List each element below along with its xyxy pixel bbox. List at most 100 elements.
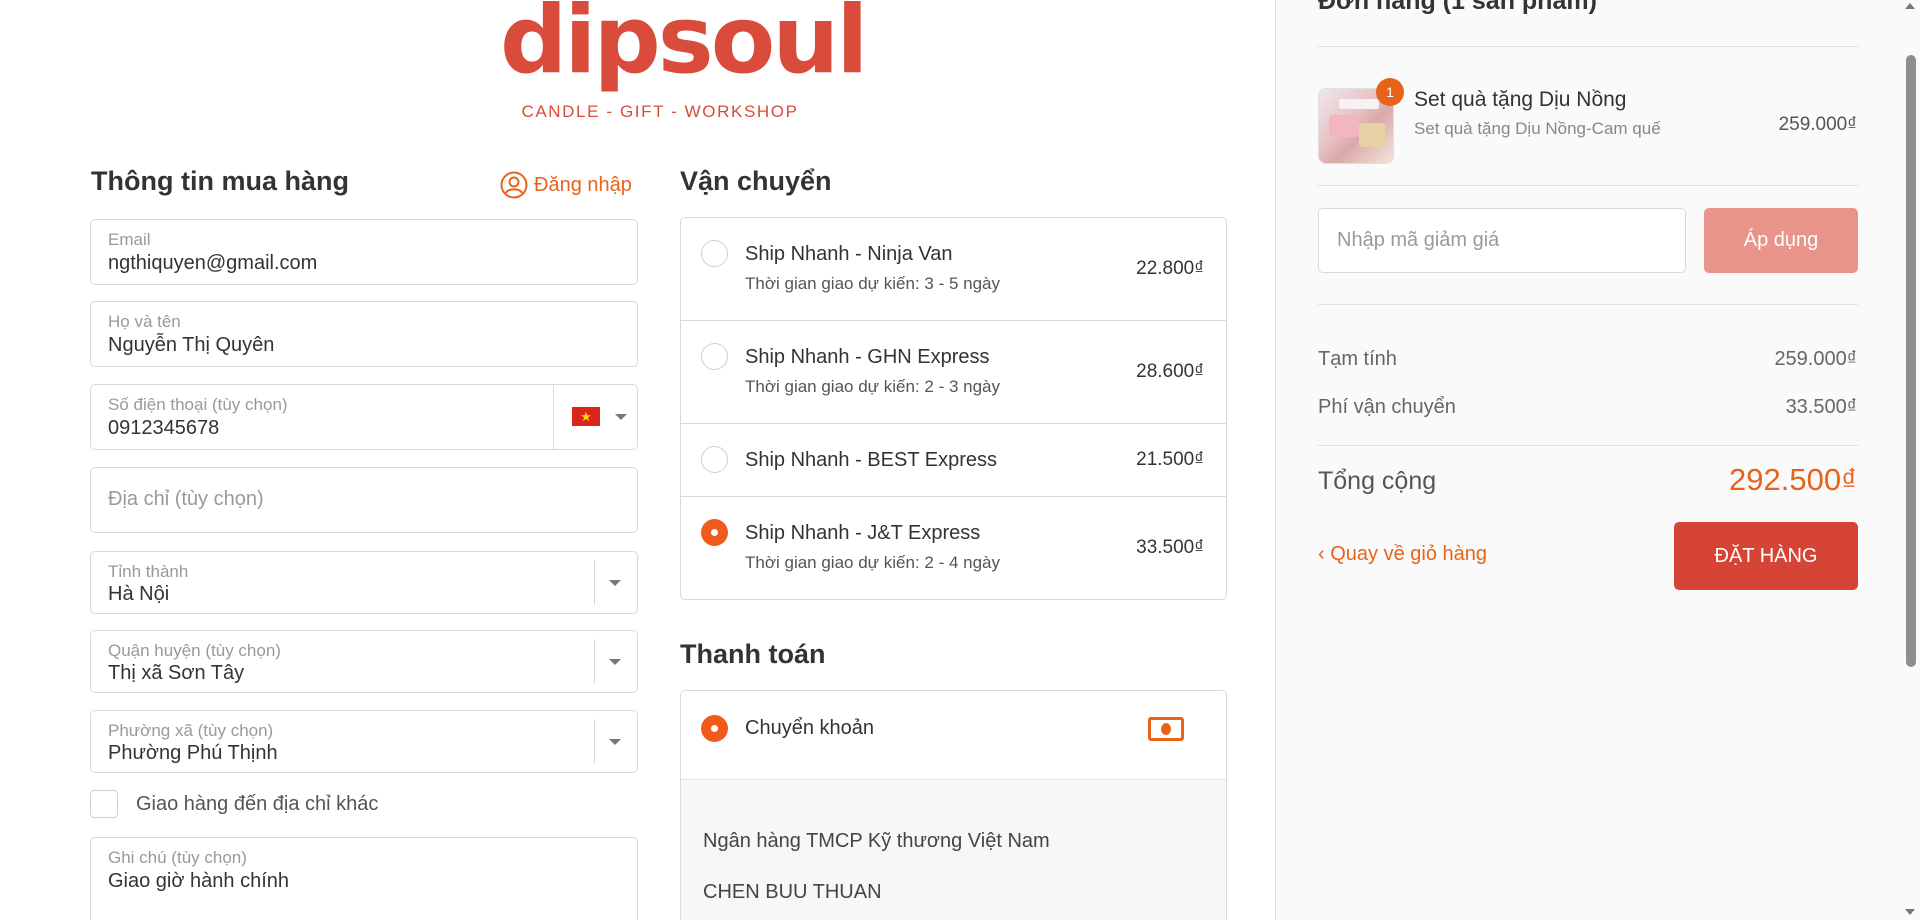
subtotal-label: Tạm tính — [1318, 348, 1397, 370]
shipping-option[interactable]: Ship Nhanh - GHN Express Thời gian giao … — [681, 321, 1226, 424]
select-divider — [594, 560, 595, 605]
phone-value: 0912345678 — [108, 417, 220, 439]
phone-field[interactable]: Số điện thoại (tùy chọn) 0912345678 ★ — [90, 384, 638, 450]
account-holder: CHEN BUU THUAN — [703, 881, 882, 903]
product-price: 259.000₫ — [1778, 114, 1857, 135]
product-variant: Set quà tặng Dịu Nồng-Cam quế — [1414, 119, 1661, 138]
product-thumbnail: 1 — [1318, 78, 1404, 164]
ward-value: Phường Phú Thịnh — [108, 742, 278, 764]
user-icon — [500, 171, 528, 199]
order-summary-title: Đơn hàng (1 sản phẩm) — [1318, 0, 1597, 15]
shipping-option-price: 21.500₫ — [1136, 449, 1204, 470]
notes-value: Giao giờ hành chính — [108, 870, 290, 892]
product-name: Set quà tặng Dịu Nồng — [1414, 88, 1627, 111]
back-to-cart-link[interactable]: ‹ Quay về giỏ hàng — [1318, 543, 1487, 566]
page-scrollbar[interactable] — [1902, 0, 1920, 920]
province-select[interactable]: Tỉnh thành Hà Nội — [90, 551, 638, 614]
thumbnail-detail — [1359, 123, 1385, 147]
total-label: Tổng cộng — [1318, 467, 1437, 495]
shipping-radio[interactable] — [701, 343, 728, 370]
notes-field[interactable]: Ghi chú (tùy chọn) Giao giờ hành chính — [90, 837, 638, 920]
thumbnail-detail — [1339, 99, 1379, 109]
subtotal-value: 259.000₫ — [1774, 348, 1857, 370]
shipping-option-name: Ship Nhanh - Ninja Van — [745, 243, 953, 265]
logo-tagline: CANDLE - GIFT - WORKSHOP — [521, 102, 799, 121]
back-to-cart-label: Quay về giỏ hàng — [1330, 543, 1488, 565]
quantity-badge: 1 — [1376, 78, 1404, 106]
shipping-title: Vận chuyển — [680, 166, 832, 196]
phone-country-select[interactable]: ★ — [553, 385, 637, 449]
district-select[interactable]: Quận huyện (tùy chọn) Thị xã Sơn Tây — [90, 630, 638, 693]
notes-label: Ghi chú (tùy chọn) — [108, 848, 247, 867]
divider — [1318, 445, 1858, 446]
payment-option-selected[interactable]: Chuyển khoản — [681, 691, 1226, 779]
customer-info-title: Thông tin mua hàng — [91, 166, 349, 196]
shipping-option[interactable]: Ship Nhanh - BEST Express 21.500₫ — [681, 424, 1226, 497]
scrollbar-thumb[interactable] — [1906, 55, 1916, 667]
shipping-radio[interactable] — [701, 240, 728, 267]
shipping-option-name: Ship Nhanh - BEST Express — [745, 449, 997, 471]
shipping-option-selected[interactable]: Ship Nhanh - J&T Express Thời gian giao … — [681, 497, 1226, 600]
fullname-label: Họ và tên — [108, 312, 181, 331]
shipping-option-price: 22.800₫ — [1136, 258, 1204, 279]
shipping-option-price: 28.600₫ — [1136, 361, 1204, 382]
chevron-down-icon — [609, 738, 621, 745]
province-label: Tỉnh thành — [108, 562, 189, 581]
apply-discount-button[interactable]: Áp dụng — [1704, 208, 1858, 273]
shipping-option-eta: Thời gian giao dự kiến: 2 - 4 ngày — [745, 553, 1001, 572]
ward-select[interactable]: Phường xã (tùy chọn) Phường Phú Thịnh — [90, 710, 638, 773]
province-value: Hà Nội — [108, 583, 170, 605]
brand-logo[interactable]: dipsoul CANDLE - GIFT - WORKSHOP — [500, 0, 868, 130]
ward-label: Phường xã (tùy chọn) — [108, 721, 274, 740]
checkout-page: dipsoul CANDLE - GIFT - WORKSHOP Thông t… — [0, 0, 1920, 920]
login-link[interactable]: Đăng nhập — [500, 171, 632, 199]
email-value: ngthiquyen@gmail.com — [108, 252, 318, 274]
email-label: Email — [108, 230, 151, 249]
chevron-left-icon: ‹ — [1318, 543, 1325, 565]
ship-other-address-label: Giao hàng đến địa chỉ khác — [136, 792, 379, 815]
divider — [1318, 185, 1858, 186]
select-divider — [594, 719, 595, 764]
ship-other-address-checkbox[interactable] — [90, 790, 118, 818]
ship-other-address-row[interactable]: Giao hàng đến địa chỉ khác — [90, 790, 378, 818]
phone-label: Số điện thoại (tùy chọn) — [108, 395, 288, 414]
bank-name: Ngân hàng TMCP Kỹ thương Việt Nam — [703, 830, 1050, 852]
shipping-fee-label: Phí vận chuyển — [1318, 396, 1456, 418]
payment-options: Chuyển khoản Ngân hàng TMCP Kỹ thương Vi… — [680, 690, 1227, 920]
shipping-radio-selected[interactable] — [701, 519, 728, 546]
vietnam-flag-icon: ★ — [572, 407, 600, 426]
bank-transfer-details: Ngân hàng TMCP Kỹ thương Việt Nam CHEN B… — [681, 779, 1226, 920]
shipping-radio[interactable] — [701, 446, 728, 473]
thumbnail-detail — [1329, 115, 1359, 137]
divider — [1318, 46, 1858, 47]
fullname-field[interactable]: Họ và tên Nguyễn Thị Quyên — [90, 301, 638, 367]
logo-wordmark: dipsoul — [500, 0, 868, 95]
shipping-option-eta: Thời gian giao dự kiến: 3 - 5 ngày — [745, 274, 1001, 293]
payment-radio-selected[interactable] — [701, 715, 728, 742]
scroll-down-arrow-icon[interactable] — [1905, 909, 1915, 915]
discount-code-input[interactable]: Nhập mã giảm giá — [1318, 208, 1686, 273]
select-divider — [594, 639, 595, 684]
cash-icon — [1148, 717, 1184, 741]
shipping-option-name: Ship Nhanh - J&T Express — [745, 522, 981, 544]
shipping-fee-value: 33.500₫ — [1785, 396, 1857, 418]
shipping-option[interactable]: Ship Nhanh - Ninja Van Thời gian giao dự… — [681, 218, 1226, 321]
chevron-down-icon — [609, 658, 621, 665]
email-field[interactable]: Email ngthiquyen@gmail.com — [90, 219, 638, 285]
payment-method-name: Chuyển khoản — [745, 717, 874, 739]
total-value: 292.500₫ — [1729, 462, 1857, 497]
chevron-down-icon — [615, 414, 627, 420]
payment-title: Thanh toán — [680, 639, 826, 669]
address-field[interactable]: Địa chỉ (tùy chọn) — [90, 467, 638, 533]
login-label: Đăng nhập — [534, 173, 632, 196]
address-placeholder: Địa chỉ (tùy chọn) — [108, 488, 264, 510]
shipping-option-eta: Thời gian giao dự kiến: 2 - 3 ngày — [745, 377, 1001, 396]
divider — [1318, 304, 1858, 305]
district-label: Quận huyện (tùy chọn) — [108, 641, 281, 660]
shipping-option-name: Ship Nhanh - GHN Express — [745, 346, 990, 368]
fullname-value: Nguyễn Thị Quyên — [108, 334, 275, 356]
district-value: Thị xã Sơn Tây — [108, 662, 245, 684]
shipping-options: Ship Nhanh - Ninja Van Thời gian giao dự… — [680, 217, 1227, 600]
place-order-button[interactable]: ĐẶT HÀNG — [1674, 522, 1858, 590]
scroll-up-arrow-icon[interactable] — [1905, 3, 1915, 9]
